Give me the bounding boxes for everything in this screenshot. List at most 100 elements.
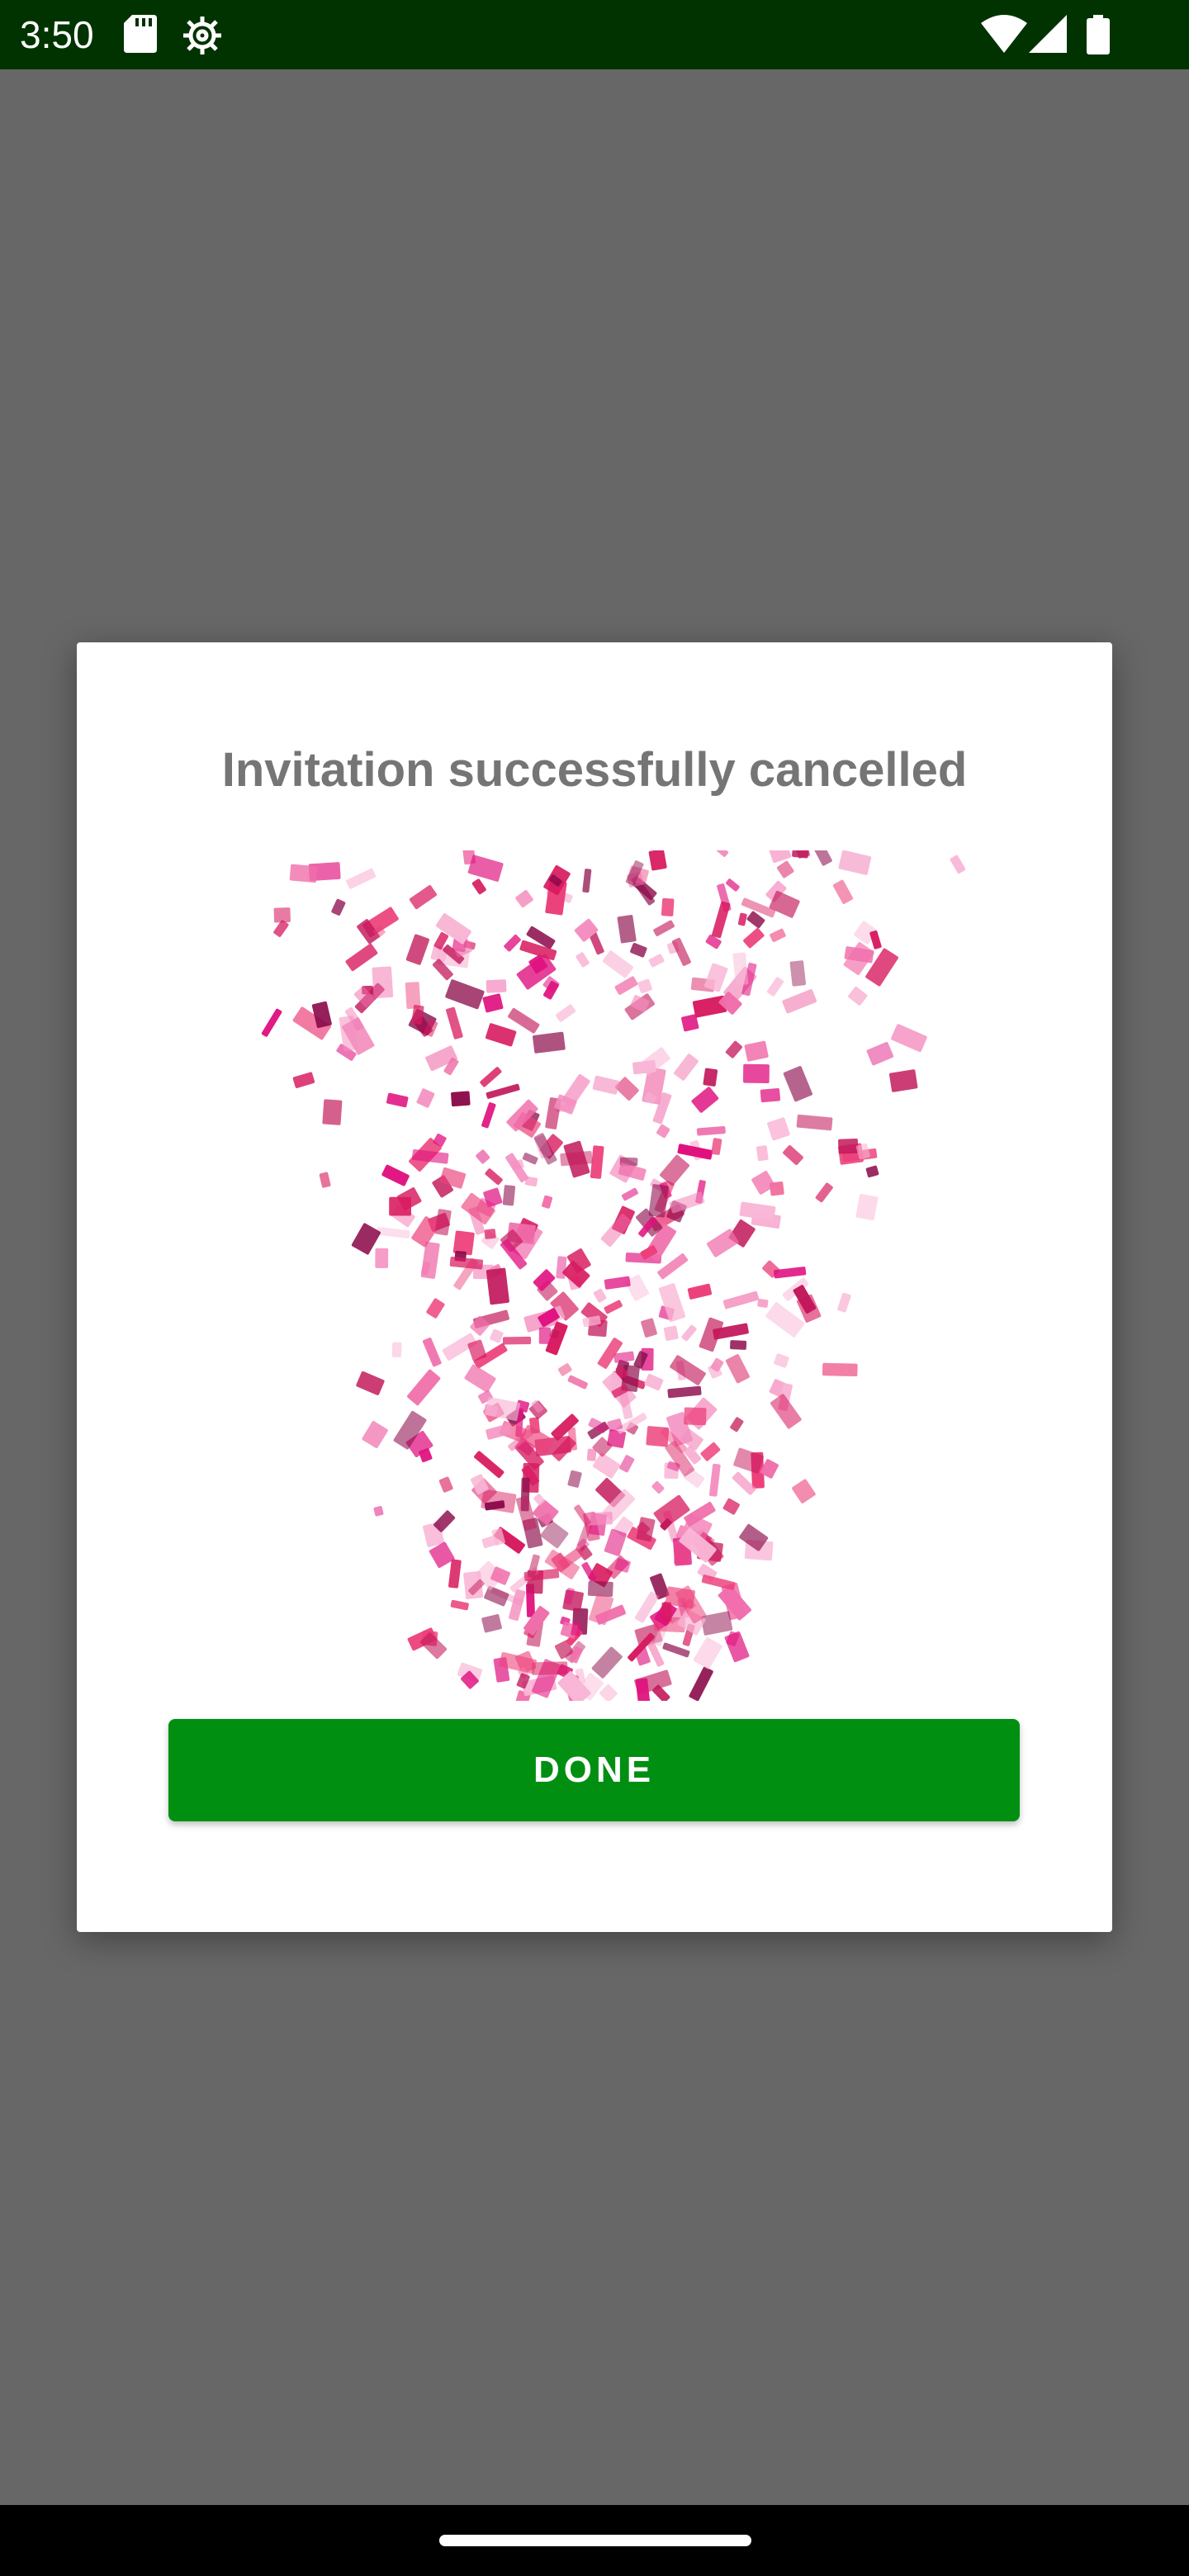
confetti-piece [648, 850, 667, 871]
confetti-piece [481, 1614, 502, 1633]
confetti-piece [661, 897, 675, 916]
confetti-piece [409, 885, 438, 910]
confetti-piece [774, 1353, 789, 1368]
confetti-piece [480, 1067, 502, 1087]
confetti-piece [502, 1185, 516, 1206]
status-time: 3:50 [20, 13, 94, 56]
home-gesture-handle[interactable] [439, 2535, 751, 2546]
confetti-piece [261, 1008, 282, 1037]
confetti-piece [591, 1646, 623, 1679]
confetti-piece [346, 868, 377, 889]
confetti-piece [687, 1283, 713, 1300]
confetti-piece [485, 1168, 503, 1186]
confetti-piece [726, 878, 740, 892]
confetti-piece [407, 1369, 441, 1406]
confetti-piece [592, 1452, 621, 1479]
confetti-piece [663, 1325, 679, 1341]
confetti-piece [660, 1154, 690, 1186]
confetti-piece [838, 1139, 859, 1154]
confetti-piece [696, 1126, 726, 1136]
confetti-piece [538, 1327, 552, 1344]
confetti-piece [481, 1102, 496, 1129]
confetti-piece [715, 850, 729, 857]
confetti-piece [533, 1031, 566, 1054]
confetti-piece [653, 920, 675, 936]
confetti-piece [509, 1589, 526, 1622]
confetti-piece [557, 1363, 572, 1376]
confetti-piece [289, 864, 318, 883]
confetti-piece [582, 869, 592, 893]
confetti-piece [681, 1324, 697, 1342]
confetti-piece [708, 1463, 721, 1497]
confetti-piece [445, 979, 485, 1010]
confetti-piece [586, 1448, 597, 1461]
confetti-piece [502, 1336, 532, 1345]
confetti-piece [689, 1666, 713, 1701]
confetti-piece [789, 960, 807, 987]
confetti-piece [426, 1298, 445, 1319]
status-bar: 3:50 [0, 0, 1189, 69]
confetti-piece [644, 1374, 664, 1391]
confetti-piece [767, 1117, 790, 1141]
confetti-piece [556, 1004, 576, 1022]
confetti-piece [684, 1407, 707, 1426]
confetti-piece [576, 952, 590, 968]
confetti-piece [362, 1421, 388, 1448]
confetti-piece [776, 860, 794, 878]
confetti-piece [484, 1229, 496, 1239]
confetti-piece [646, 1426, 670, 1447]
confetti-piece [522, 1153, 538, 1165]
confetti-piece [542, 1195, 553, 1209]
confetti-piece [769, 850, 792, 864]
confetti-piece [292, 1072, 315, 1088]
confetti-piece [567, 1375, 588, 1390]
battery-icon [1087, 15, 1110, 59]
confetti-piece [504, 934, 521, 952]
confetti-piece [467, 855, 504, 882]
done-button[interactable]: DONE [168, 1719, 1020, 1821]
confetti-piece [656, 1124, 670, 1139]
confetti-piece [739, 1201, 776, 1221]
confetti-piece [661, 1602, 672, 1622]
confetti-piece [471, 878, 486, 895]
confetti-piece [796, 1114, 833, 1131]
confetti-piece [375, 1248, 389, 1268]
confetti-piece [725, 1354, 750, 1384]
confetti-piece [691, 1087, 719, 1113]
confetti-piece [783, 1066, 812, 1102]
confetti-piece [486, 979, 507, 993]
confetti-piece [617, 915, 637, 944]
confetti-piece [345, 943, 378, 972]
confetti-piece [832, 879, 854, 904]
confetti-piece [647, 1641, 665, 1667]
confetti-piece [474, 1451, 504, 1479]
confetti-piece [792, 1479, 816, 1503]
confetti-piece [815, 1182, 833, 1203]
confetti-piece [486, 1083, 520, 1099]
confetti-piece [743, 928, 765, 949]
confetti-piece [451, 1091, 471, 1107]
confetti-piece [373, 1506, 384, 1517]
confetti-piece [722, 1498, 740, 1515]
settings-icon [182, 15, 223, 60]
navigation-bar [0, 2505, 1189, 2576]
signal-icon [1029, 15, 1067, 57]
confetti-piece [703, 963, 728, 992]
confetti-piece [756, 1145, 769, 1162]
confetti-piece [648, 954, 665, 968]
confetti-piece [319, 1172, 331, 1188]
confetti-piece [703, 1068, 718, 1087]
confetti-piece [950, 855, 966, 874]
confetti-piece [604, 1276, 631, 1290]
dialog-title: Invitation successfully cancelled [221, 743, 968, 797]
confetti-piece [614, 976, 638, 995]
confetti-piece [476, 1149, 490, 1164]
confetti-piece [725, 1040, 742, 1058]
confetti-piece [438, 1476, 453, 1493]
confetti-piece [711, 1138, 722, 1155]
confetti-piece [482, 993, 504, 1013]
confetti-piece [450, 1599, 469, 1611]
confetti-piece [667, 1385, 702, 1399]
confetti-piece [724, 1631, 750, 1663]
confetti-piece [700, 1442, 721, 1461]
